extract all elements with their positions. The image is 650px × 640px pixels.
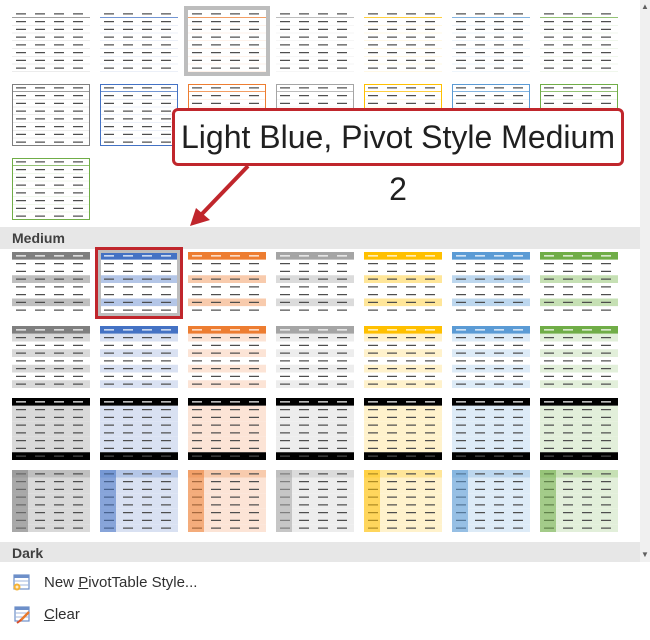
medium-style-r4-c1[interactable] [12, 470, 90, 532]
clear-table-icon [14, 606, 30, 624]
light-style-r1-c7-preview [540, 10, 618, 72]
medium-style-r1-c5-preview [364, 252, 442, 314]
medium-style-r4-c7-preview [540, 470, 618, 532]
medium-style-r4-c7[interactable] [540, 470, 618, 532]
section-header-dark: Dark [0, 542, 640, 562]
medium-style-r2-c3[interactable] [188, 326, 266, 388]
medium-style-r3-c2[interactable] [100, 398, 178, 460]
scroll-down-arrow-icon[interactable]: ▼ [640, 548, 650, 562]
medium-style-r4-c4-preview [276, 470, 354, 532]
scroll-up-arrow-icon[interactable]: ▲ [640, 0, 650, 14]
light-style-r3-c1[interactable] [12, 158, 90, 220]
gallery-scrollbar[interactable]: ▲ ▼ [640, 0, 650, 562]
medium-style-r3-c7[interactable] [540, 398, 618, 460]
callout-arrow [190, 164, 250, 226]
new-pivottable-style-label: New PivotTable Style... [44, 573, 198, 591]
medium-style-r4-c2-preview [100, 470, 178, 532]
medium-style-r1-c7-preview [540, 252, 618, 314]
pivot-style-gallery: Medium Dark [0, 0, 640, 562]
medium-style-r1-c3-preview [188, 252, 266, 314]
medium-style-r1-c6[interactable] [452, 252, 530, 314]
medium-style-r2-c1[interactable] [12, 326, 90, 388]
style-tooltip-callout: Light Blue, Pivot Style Medium 2 [172, 108, 624, 207]
medium-style-r2-c2[interactable] [100, 326, 178, 388]
light-style-r1-c7[interactable] [540, 10, 618, 72]
light-style-r1-c6-preview [452, 10, 530, 72]
medium-style-r4-c4[interactable] [276, 470, 354, 532]
medium-style-r1-c1[interactable] [12, 252, 90, 314]
medium-style-r1-c1-preview [12, 252, 90, 314]
section-header-medium: Medium [0, 227, 640, 249]
medium-style-r2-c3-preview [188, 326, 266, 388]
medium-style-r2-c5[interactable] [364, 326, 442, 388]
light-style-r1-c5[interactable] [364, 10, 442, 72]
medium-style-r3-c7-preview [540, 398, 618, 460]
medium-style-r2-c4-preview [276, 326, 354, 388]
new-pivottable-style-item[interactable]: New PivotTable Style... [0, 566, 650, 598]
light-style-r1-c3[interactable] [184, 6, 270, 76]
medium-style-r2-c7-preview [540, 326, 618, 388]
clear-label: Clear [44, 605, 80, 623]
medium-style-r4-c3-preview [188, 470, 266, 532]
light-style-r3-c1-preview [12, 158, 90, 220]
medium-style-r3-c1[interactable] [12, 398, 90, 460]
medium-style-r4-c6[interactable] [452, 470, 530, 532]
light-style-r2-c1[interactable] [12, 84, 90, 146]
light-style-r1-c4[interactable] [276, 10, 354, 72]
medium-style-r1-c4-preview [276, 252, 354, 314]
medium-style-r1-c2[interactable] [95, 247, 183, 319]
clear-item[interactable]: Clear [0, 598, 650, 630]
new-pivot-style-icon [13, 574, 30, 591]
medium-style-r4-c2[interactable] [100, 470, 178, 532]
medium-style-r3-c4[interactable] [276, 398, 354, 460]
light-style-r2-c1-preview [12, 84, 90, 146]
medium-style-r3-c3[interactable] [188, 398, 266, 460]
medium-style-r1-c3[interactable] [188, 252, 266, 314]
medium-style-r3-c6[interactable] [452, 398, 530, 460]
medium-style-r3-c6-preview [452, 398, 530, 460]
medium-style-r1-c5[interactable] [364, 252, 442, 314]
medium-style-r2-c2-preview [100, 326, 178, 388]
medium-style-r3-c2-preview [100, 398, 178, 460]
medium-style-r3-c3-preview [188, 398, 266, 460]
light-style-r2-c2[interactable] [100, 84, 178, 146]
light-style-r1-c3-preview [188, 10, 266, 72]
medium-style-r4-c5[interactable] [364, 470, 442, 532]
light-style-r1-c4-preview [276, 10, 354, 72]
light-style-r1-c5-preview [364, 10, 442, 72]
medium-style-r2-c4[interactable] [276, 326, 354, 388]
medium-style-r4-c3[interactable] [188, 470, 266, 532]
medium-style-r4-c6-preview [452, 470, 530, 532]
medium-style-r1-c4[interactable] [276, 252, 354, 314]
light-style-r1-c6[interactable] [452, 10, 530, 72]
medium-style-r2-c6[interactable] [452, 326, 530, 388]
medium-style-r4-c5-preview [364, 470, 442, 532]
light-style-r1-c2-preview [100, 10, 178, 72]
medium-style-r2-c7[interactable] [540, 326, 618, 388]
medium-style-r2-c5-preview [364, 326, 442, 388]
light-style-r1-c2[interactable] [100, 10, 178, 72]
medium-style-r2-c1-preview [12, 326, 90, 388]
light-style-r2-c2-preview [100, 84, 178, 146]
medium-style-r1-c2-preview [100, 252, 178, 314]
medium-style-r3-c5-preview [364, 398, 442, 460]
medium-style-r2-c6-preview [452, 326, 530, 388]
medium-style-r3-c1-preview [12, 398, 90, 460]
medium-style-r1-c6-preview [452, 252, 530, 314]
medium-style-r4-c1-preview [12, 470, 90, 532]
medium-style-r1-c7[interactable] [540, 252, 618, 314]
light-style-r1-c1[interactable] [12, 10, 90, 72]
light-style-r1-c1-preview [12, 10, 90, 72]
gallery-footer-menu: New PivotTable Style... Clear [0, 566, 650, 640]
medium-style-r3-c4-preview [276, 398, 354, 460]
medium-style-r3-c5[interactable] [364, 398, 442, 460]
